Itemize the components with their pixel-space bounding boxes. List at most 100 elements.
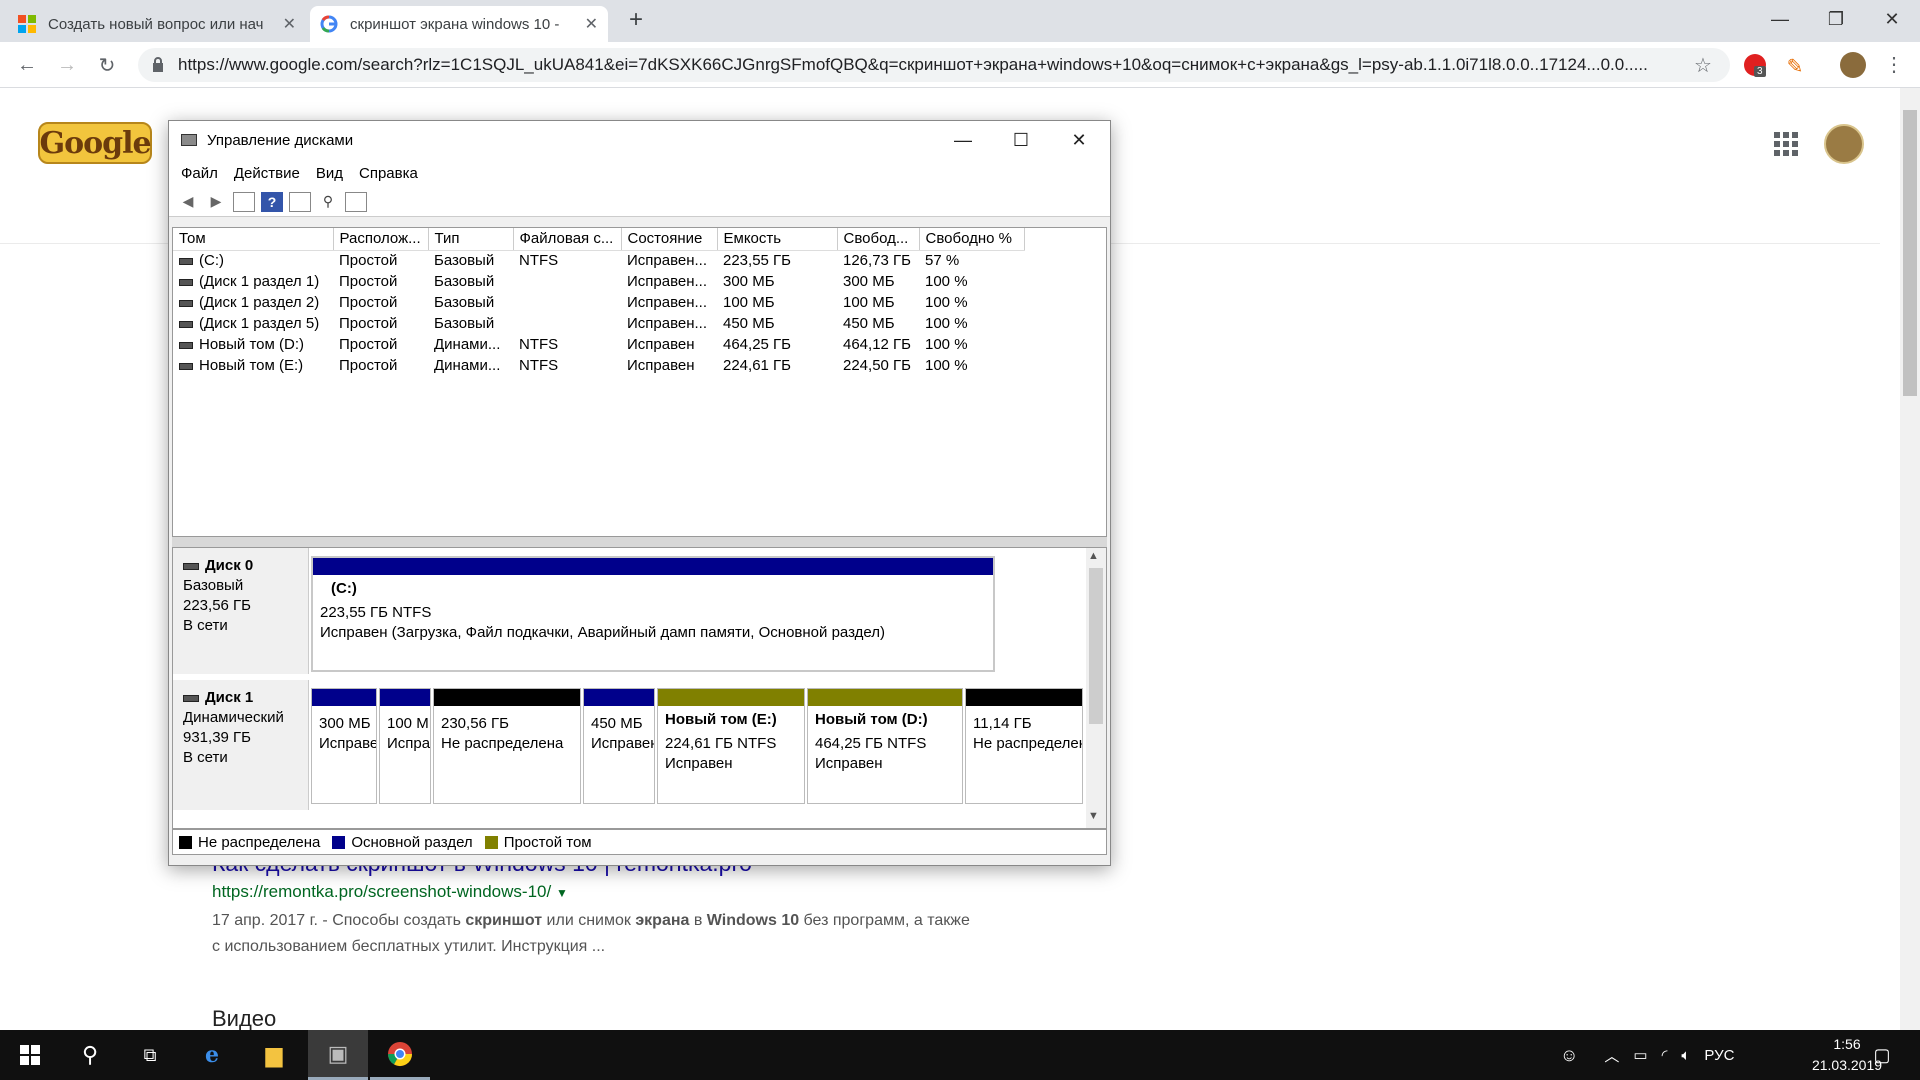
partition-c[interactable]: (C:) 223,55 ГБ NTFS Исправен (Загрузка, … (311, 556, 995, 672)
minimize-icon[interactable]: — (934, 121, 992, 159)
volume-type: Базовый (434, 273, 495, 290)
pane-splitter[interactable] (172, 537, 1107, 547)
close-icon[interactable]: ✕ (283, 14, 296, 34)
forward-arrow-icon[interactable]: ▶ (205, 192, 227, 212)
partition-disk1-unallocated-end[interactable]: 11,14 ГБ Не распределена (965, 688, 1083, 804)
partition-e[interactable]: Новый том (E:) 224,61 ГБ NTFS Исправен (657, 688, 805, 804)
account-avatar[interactable] (1824, 124, 1864, 164)
volume-row[interactable]: (Диск 1 раздел 1) Простой Базовый Исправ… (173, 271, 1024, 292)
close-icon[interactable]: ✕ (585, 14, 598, 34)
volume-row[interactable]: Новый том (E:) Простой Динами... NTFS Ис… (173, 355, 1024, 376)
apps-grid-icon[interactable] (1774, 132, 1798, 156)
adblock-extension-icon[interactable]: 3 (1744, 54, 1766, 77)
forward-arrow-icon[interactable]: → (52, 50, 82, 80)
volume-row[interactable]: (Диск 1 раздел 2) Простой Базовый Исправ… (173, 292, 1024, 313)
volume-icon (179, 362, 193, 370)
menu-file[interactable]: Файл (181, 165, 218, 182)
scrollbar-thumb[interactable] (1903, 110, 1917, 396)
volume-icon[interactable]: 🔈︎ (1681, 1047, 1690, 1064)
list-view-icon[interactable] (345, 191, 367, 212)
window-titlebar[interactable]: Управление дисками — ☐ ✕ (169, 121, 1110, 159)
volume-free-percent: 57 % (925, 252, 960, 270)
menu-dots-icon[interactable]: ⋮ (1884, 52, 1904, 78)
extension-icon[interactable]: ✎ (1784, 54, 1806, 78)
legend: Не распределена Основной раздел Простой … (172, 829, 1107, 855)
language-indicator[interactable]: РУС (1704, 1047, 1734, 1064)
disk0-label[interactable]: Диск 0 Базовый 223,56 ГБ В сети (173, 548, 309, 674)
tab-create-question[interactable]: Создать новый вопрос или нач ✕ (8, 6, 306, 42)
caret-down-icon[interactable]: ▼ (556, 886, 568, 900)
back-arrow-icon[interactable]: ◀ (177, 192, 199, 212)
google-doodle-logo[interactable]: Google (38, 122, 152, 164)
volume-name: Новый том (E:) (199, 357, 304, 374)
disk-name: Диск 0 (205, 557, 254, 574)
address-bar[interactable]: https://www.google.com/search?rlz=1C1SQJ… (138, 48, 1730, 82)
search-icon[interactable]: ⚲ (60, 1030, 120, 1080)
chevron-up-icon[interactable]: ︿ (1604, 1045, 1619, 1066)
partition-disk1-unallocated[interactable]: 230,56 ГБ Не распределена (433, 688, 581, 804)
bookmark-star-icon[interactable]: ☆ (1694, 53, 1712, 78)
properties-icon[interactable] (289, 191, 311, 212)
graph-scrollbar[interactable]: ▲ ▼ (1086, 548, 1106, 828)
menu-help[interactable]: Справка (359, 165, 418, 182)
menu-action[interactable]: Действие (234, 165, 300, 182)
volume-row[interactable]: Новый том (D:) Простой Динами... NTFS Ис… (173, 334, 1024, 355)
menu-view[interactable]: Вид (316, 165, 343, 182)
volume-free-percent: 100 % (925, 315, 968, 332)
task-view-icon[interactable]: ⧉ (120, 1030, 180, 1080)
volume-row[interactable]: (Диск 1 раздел 5) Простой Базовый Исправ… (173, 313, 1024, 334)
disk1-label[interactable]: Диск 1 Динамический 931,39 ГБ В сети (173, 680, 309, 810)
file-explorer-icon[interactable]: ▆ (244, 1030, 304, 1080)
chrome-taskbar-icon[interactable] (370, 1030, 430, 1080)
battery-icon[interactable]: ▭ (1633, 1046, 1647, 1064)
scrollbar-thumb[interactable] (1089, 568, 1103, 724)
minimize-icon[interactable]: — (1752, 0, 1808, 38)
new-tab-button[interactable]: + (622, 6, 650, 34)
profile-avatar[interactable] (1840, 52, 1866, 78)
partition-d[interactable]: Новый том (D:) 464,25 ГБ NTFS Исправен (807, 688, 963, 804)
column-header[interactable]: Располож... (333, 228, 429, 251)
people-icon[interactable]: ☺ (1560, 1045, 1578, 1066)
edge-browser-icon[interactable]: e (182, 1030, 242, 1080)
column-header[interactable]: Свободно % (919, 228, 1025, 251)
volume-filesystem: NTFS (519, 357, 559, 374)
notifications-icon[interactable]: ▢ (1852, 1030, 1912, 1080)
close-icon[interactable]: ✕ (1050, 121, 1108, 159)
restore-icon[interactable]: ❐ (1808, 0, 1864, 38)
maximize-icon[interactable]: ☐ (992, 121, 1050, 159)
column-header[interactable]: Тип (428, 228, 514, 251)
scroll-down-icon[interactable]: ▼ (1088, 810, 1099, 822)
volume-row[interactable]: (C:) Простой Базовый NTFS Исправен... 22… (173, 250, 1024, 271)
partition-disk1-1[interactable]: 300 МБ Исправен (311, 688, 377, 804)
windows-taskbar: ⚲ ⧉ e ▆ ▣ ☺ ︿ ▭ ◜ 🔈︎ РУС 1:56 21.03.2019… (0, 1030, 1920, 1080)
rescan-disk-icon[interactable]: ⚲ (317, 192, 339, 212)
help-icon[interactable]: ? (261, 191, 283, 212)
partition-disk1-2[interactable]: 100 МБ Исправен (379, 688, 431, 804)
column-header[interactable]: Емкость (717, 228, 838, 251)
back-arrow-icon[interactable]: ← (12, 50, 42, 80)
windows-start-icon[interactable] (0, 1030, 60, 1080)
volume-free-percent: 100 % (925, 294, 968, 311)
partition-bar (380, 689, 430, 706)
column-header[interactable]: Файловая с... (513, 228, 622, 251)
volume-layout: Простой (339, 336, 398, 353)
column-header[interactable]: Состояние (621, 228, 718, 251)
wifi-icon[interactable]: ◜ (1662, 1046, 1668, 1064)
scroll-up-icon[interactable]: ▲ (1088, 550, 1099, 562)
partition-bar (434, 689, 580, 706)
volume-list: Том Располож... Тип Файловая с... Состоя… (172, 227, 1107, 537)
page-scrollbar[interactable] (1900, 88, 1920, 1030)
partition-size: 450 МБ (591, 715, 643, 732)
reload-icon[interactable]: ↻ (92, 50, 122, 80)
tab-screenshot-search[interactable]: скриншот экрана windows 10 - ✕ (310, 6, 608, 42)
close-window-icon[interactable]: ✕ (1864, 0, 1920, 38)
legend-item-simple: Простой том (484, 834, 592, 851)
column-header[interactable]: Свобод... (837, 228, 920, 251)
url-text: https://www.google.com/search?rlz=1C1SQJ… (178, 55, 1648, 74)
snippet-text: или снимок (542, 912, 636, 929)
disk-management-taskbar-icon[interactable]: ▣ (308, 1030, 368, 1080)
console-tree-icon[interactable] (233, 191, 255, 212)
search-result-url[interactable]: https://remontka.pro/screenshot-windows-… (212, 882, 568, 902)
partition-disk1-5[interactable]: 450 МБ Исправен (583, 688, 655, 804)
column-header[interactable]: Том (173, 228, 334, 251)
